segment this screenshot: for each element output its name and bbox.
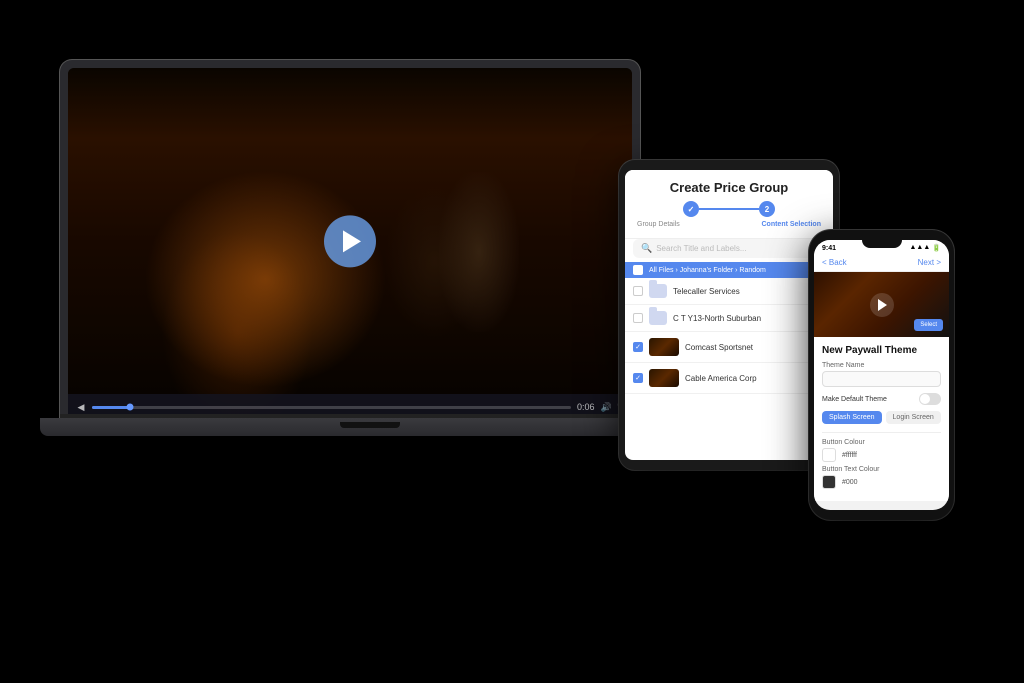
phone-screen: 9:41 ▲▲▲ 🔋 < Back Next > Select: [814, 240, 949, 510]
tablet-device: Create Price Group ✓ 2 Group Details Con…: [619, 160, 839, 470]
phone-back-button[interactable]: < Back: [822, 258, 847, 267]
video-thumbnail-3: [649, 369, 679, 387]
login-screen-tab[interactable]: Login Screen: [886, 411, 941, 424]
theme-name-label: Theme Name: [822, 362, 941, 369]
checkmark-icon-2: ✓: [635, 343, 641, 351]
button-colour-swatch[interactable]: [822, 448, 836, 462]
laptop-screen: ◀ 0:06 🔊 ⛶: [68, 68, 632, 420]
file-checkbox-2[interactable]: ✓: [633, 342, 643, 352]
video-thumbnail-2: [649, 338, 679, 356]
theme-name-input[interactable]: [822, 371, 941, 387]
button-colour-row: #ffffff: [822, 448, 941, 462]
progress-fill: [92, 406, 130, 409]
step-indicator: ✓ 2: [635, 201, 823, 217]
file-name-3: Cable America Corp: [685, 374, 757, 383]
phone-play-button[interactable]: [870, 293, 894, 317]
laptop: ◀ 0:06 🔊 ⛶: [60, 60, 680, 480]
signal-icon: ▲▲▲: [909, 244, 930, 252]
tablet-page-title: Create Price Group: [635, 180, 823, 195]
file-checkbox-3[interactable]: ✓: [633, 373, 643, 383]
splash-screen-tab[interactable]: Splash Screen: [822, 411, 882, 424]
progress-bar[interactable]: [92, 406, 571, 409]
default-theme-row: Make Default Theme: [822, 393, 941, 405]
search-icon: 🔍: [641, 243, 652, 254]
play-triangle-icon: [343, 230, 361, 252]
file-name-2: Comcast Sportsnet: [685, 343, 753, 352]
phone-video-area: Select: [814, 272, 949, 337]
button-colour-hex: #ffffff: [842, 452, 857, 459]
volume-control-icon[interactable]: 🔊: [600, 402, 611, 413]
file-item-3[interactable]: ✓ Cable America Corp: [625, 363, 833, 394]
laptop-camera-notch: [340, 422, 400, 428]
phone-paywall-content: New Paywall Theme Theme Name Make Defaul…: [814, 337, 949, 501]
volume-icon[interactable]: ◀: [76, 402, 86, 412]
breadcrumb-checkbox: [633, 265, 643, 275]
phone-clock: 9:41: [822, 245, 836, 252]
progress-dot: [127, 404, 134, 411]
phone-body: 9:41 ▲▲▲ 🔋 < Back Next > Select: [809, 230, 954, 520]
button-text-colour-row: #000: [822, 475, 941, 489]
phone-nav-bar: < Back Next >: [814, 254, 949, 272]
default-theme-label: Make Default Theme: [822, 396, 887, 403]
file-item-0[interactable]: Telecaller Services: [625, 278, 833, 305]
file-checkbox-0[interactable]: [633, 286, 643, 296]
tablet-header: Create Price Group ✓ 2 Group Details Con…: [625, 170, 833, 239]
laptop-screen-border: ◀ 0:06 🔊 ⛶: [60, 60, 640, 420]
step-line: [699, 208, 759, 210]
button-text-colour-hex: #000: [842, 479, 858, 486]
phone-status-icons: ▲▲▲ 🔋: [909, 244, 941, 252]
button-text-colour-label: Button Text Colour: [822, 466, 941, 473]
breadcrumb-text: All Files › Johanna's Folder › Random: [649, 267, 766, 274]
file-name-0: Telecaller Services: [673, 287, 740, 296]
folder-icon-0: [649, 284, 667, 298]
step-labels: Group Details Content Selection: [635, 221, 823, 228]
screen-tab-row: Splash Screen Login Screen: [822, 411, 941, 424]
tablet-body: Create Price Group ✓ 2 Group Details Con…: [619, 160, 839, 470]
tablet-search-bar[interactable]: 🔍 Search Title and Labels...: [633, 239, 825, 258]
step-1-label: Group Details: [637, 221, 680, 228]
phone-next-button[interactable]: Next >: [918, 258, 941, 267]
background-person: [439, 172, 519, 332]
button-colour-label: Button Colour: [822, 439, 941, 446]
file-list: Telecaller Services C T Y13-North Suburb…: [625, 278, 833, 394]
tablet-screen: Create Price Group ✓ 2 Group Details Con…: [625, 170, 833, 460]
step-1-circle: ✓: [683, 201, 699, 217]
file-checkbox-1[interactable]: [633, 313, 643, 323]
video-play-button[interactable]: [324, 215, 376, 267]
file-name-1: C T Y13-North Suburban: [673, 314, 761, 323]
video-thumb-img-2: [649, 338, 679, 356]
default-theme-toggle[interactable]: [919, 393, 941, 405]
search-placeholder-text: Search Title and Labels...: [656, 244, 746, 253]
checkmark-icon-3: ✓: [635, 374, 641, 382]
folder-icon-1: [649, 311, 667, 325]
battery-icon: 🔋: [932, 244, 941, 252]
phone-play-triangle-icon: [878, 299, 887, 311]
video-time: 0:06: [577, 402, 595, 412]
button-text-colour-swatch[interactable]: [822, 475, 836, 489]
phone-device: 9:41 ▲▲▲ 🔋 < Back Next > Select: [809, 230, 954, 520]
tablet-breadcrumb: All Files › Johanna's Folder › Random: [625, 262, 833, 278]
phone-notch: [862, 240, 902, 248]
video-thumb-img-3: [649, 369, 679, 387]
phone-select-button[interactable]: Select: [914, 319, 943, 331]
file-item-2[interactable]: ✓ Comcast Sportsnet: [625, 332, 833, 363]
step-2-circle: 2: [759, 201, 775, 217]
divider-1: [822, 432, 941, 433]
file-item-1[interactable]: C T Y13-North Suburban: [625, 305, 833, 332]
paywall-section-title: New Paywall Theme: [822, 345, 941, 356]
step-2-label: Content Selection: [761, 221, 821, 228]
